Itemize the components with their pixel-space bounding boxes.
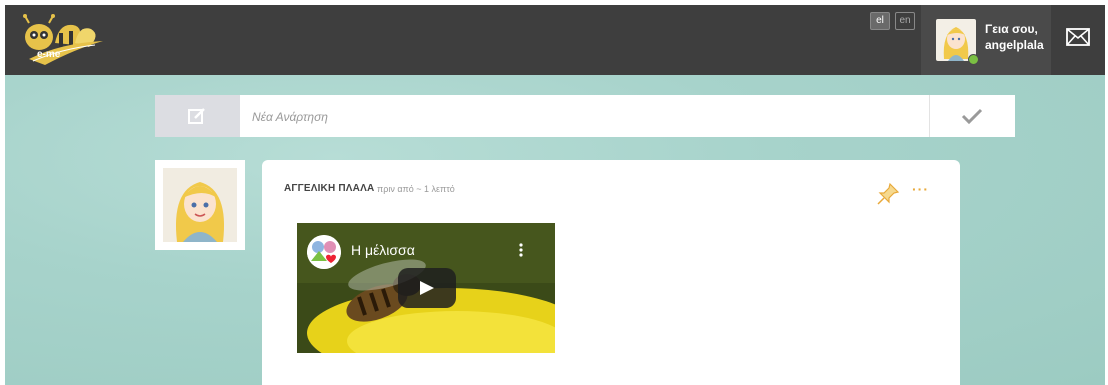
new-post-input[interactable] [250,95,934,139]
post-timestamp: πριν από ~ 1 λεπτό [377,184,455,194]
greeting-text: Γεια σου, [985,22,1038,36]
top-bar: e-me el en Γεια σου, angelplala [5,5,1105,75]
video-title[interactable]: Η μέλισσα [351,242,415,258]
post-author-avatar[interactable] [163,168,237,242]
check-icon [961,108,983,125]
play-icon [420,281,434,295]
play-button[interactable] [398,268,456,308]
channel-icon[interactable] [307,235,341,269]
more-options-icon[interactable]: ··· [912,182,929,196]
username: angelplala [985,38,1044,52]
messages-button[interactable] [1051,5,1105,75]
more-vertical-icon[interactable] [519,243,523,262]
edit-icon [188,108,205,124]
logo-text: e-me [37,49,61,60]
post-author-avatar-card[interactable] [155,160,245,250]
language-en-button[interactable]: en [895,12,915,30]
post-card: ΑΓΓΕΛΙΚΗ ΠΛΑΛΑ πριν από ~ 1 λεπτό ··· Η … [262,160,960,385]
pin-icon[interactable] [876,182,900,211]
online-status-indicator [968,54,979,65]
envelope-icon [1066,28,1090,46]
new-post-bar [155,95,1015,139]
video-embed[interactable]: Η μέλισσα [297,223,555,353]
post-author-name[interactable]: ΑΓΓΕΛΙΚΗ ΠΛΑΛΑ [284,183,374,194]
e-me-logo[interactable]: e-me [15,13,105,67]
submit-post-button[interactable] [930,95,1015,137]
user-menu[interactable]: Γεια σου, angelplala [921,5,1051,75]
user-greeting: Γεια σου, angelplala [985,21,1044,53]
new-post-icon-box [155,95,240,137]
language-el-button[interactable]: el [870,12,890,30]
girl-avatar-icon [175,182,225,242]
page-frame: e-me el en Γεια σου, angelplala Νέα Ανάρ… [5,5,1105,385]
